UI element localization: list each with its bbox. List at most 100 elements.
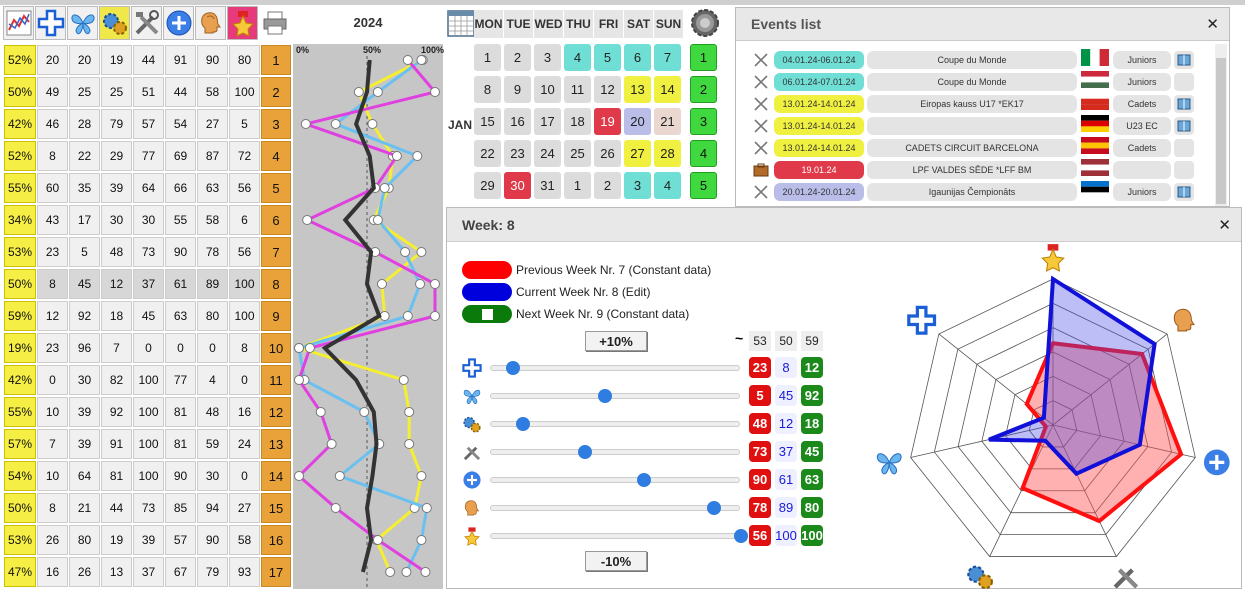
day-value[interactable]: 58 xyxy=(197,205,228,235)
day-value[interactable]: 100 xyxy=(229,301,260,331)
calendar-day[interactable]: 8 xyxy=(474,76,501,103)
slider-knob[interactable] xyxy=(577,445,592,459)
day-value[interactable]: 90 xyxy=(197,525,228,555)
day-value[interactable]: 18 xyxy=(101,301,132,331)
book-icon[interactable] xyxy=(1174,183,1194,201)
calendar-day[interactable]: 25 xyxy=(564,140,591,167)
week-number[interactable]: 3 xyxy=(261,109,291,139)
day-value[interactable]: 30 xyxy=(133,205,164,235)
calendar-day[interactable]: 10 xyxy=(534,76,561,103)
day-value[interactable]: 100 xyxy=(133,397,164,427)
event-row[interactable]: 13.01.24-14.01.24 U23 EC xyxy=(752,115,1229,137)
value-cur[interactable]: 8 xyxy=(775,357,797,378)
day-value[interactable]: 58 xyxy=(197,77,228,107)
slider-knob[interactable] xyxy=(734,529,748,543)
event-row[interactable]: 13.01.24-14.01.24 Eiropas kauss U17 *EK1… xyxy=(752,93,1229,115)
slider-knob[interactable] xyxy=(515,417,530,431)
day-value[interactable]: 44 xyxy=(165,77,196,107)
day-value[interactable]: 80 xyxy=(69,525,100,555)
week-row[interactable]: 53% 23 5 48 73 90 78 56 7 xyxy=(3,236,291,268)
calendar-day[interactable]: 17 xyxy=(534,108,561,135)
day-value[interactable]: 17 xyxy=(69,205,100,235)
week-number[interactable]: 9 xyxy=(261,301,291,331)
day-value[interactable]: 19 xyxy=(101,45,132,75)
day-value[interactable]: 0 xyxy=(229,461,260,491)
day-value[interactable]: 23 xyxy=(37,333,68,363)
calendar-day[interactable]: 28 xyxy=(654,140,681,167)
calendar-week-number[interactable]: 3 xyxy=(690,108,717,135)
day-value[interactable]: 44 xyxy=(101,493,132,523)
week-number[interactable]: 11 xyxy=(261,365,291,395)
event-row[interactable]: 19.01.24 LPF VALDES SĒDE *LFF BM xyxy=(752,159,1229,181)
calendar-day[interactable]: 19 xyxy=(594,108,621,135)
day-value[interactable]: 78 xyxy=(197,237,228,267)
value-cur[interactable]: 45 xyxy=(775,385,797,406)
calendar-day[interactable]: 7 xyxy=(654,44,681,71)
day-value[interactable]: 90 xyxy=(165,461,196,491)
day-value[interactable]: 100 xyxy=(133,429,164,459)
day-value[interactable]: 46 xyxy=(37,109,68,139)
calendar-day[interactable]: 3 xyxy=(624,172,651,199)
day-value[interactable]: 77 xyxy=(133,141,164,171)
day-value[interactable]: 25 xyxy=(69,77,100,107)
value-cur[interactable]: 61 xyxy=(775,469,797,490)
day-value[interactable]: 85 xyxy=(165,493,196,523)
week-number[interactable]: 6 xyxy=(261,205,291,235)
week-number[interactable]: 7 xyxy=(261,237,291,267)
calendar-week-number[interactable]: 5 xyxy=(690,172,717,199)
day-value[interactable]: 19 xyxy=(101,525,132,555)
chart-icon[interactable] xyxy=(3,6,34,40)
calendar-day[interactable]: 11 xyxy=(564,76,591,103)
day-value[interactable]: 0 xyxy=(133,333,164,363)
day-value[interactable]: 26 xyxy=(37,525,68,555)
day-value[interactable]: 64 xyxy=(69,461,100,491)
day-value[interactable]: 16 xyxy=(37,557,68,587)
calendar-day[interactable]: 26 xyxy=(594,140,621,167)
day-value[interactable]: 61 xyxy=(165,269,196,299)
value-cur[interactable]: 100 xyxy=(775,525,797,546)
slider-knob[interactable] xyxy=(706,501,721,515)
day-value[interactable]: 48 xyxy=(101,237,132,267)
day-value[interactable]: 20 xyxy=(37,45,68,75)
day-value[interactable]: 58 xyxy=(229,525,260,555)
day-value[interactable]: 12 xyxy=(101,269,132,299)
week-row[interactable]: 52% 20 20 19 44 91 90 80 1 xyxy=(3,44,291,76)
event-row[interactable]: 20.01.24-20.01.24 Igaunijas Čempionāts J… xyxy=(752,181,1229,203)
calendar-day[interactable]: 5 xyxy=(594,44,621,71)
day-value[interactable]: 29 xyxy=(101,141,132,171)
head-icon[interactable] xyxy=(195,6,226,40)
day-value[interactable]: 20 xyxy=(69,45,100,75)
week-row[interactable]: 53% 26 80 19 39 57 90 58 16 xyxy=(3,524,291,556)
day-value[interactable]: 81 xyxy=(101,461,132,491)
day-value[interactable]: 30 xyxy=(69,365,100,395)
day-value[interactable]: 67 xyxy=(165,557,196,587)
day-value[interactable]: 94 xyxy=(197,493,228,523)
day-value[interactable]: 48 xyxy=(197,397,228,427)
day-value[interactable]: 77 xyxy=(165,365,196,395)
week-number[interactable]: 17 xyxy=(261,557,291,587)
plus-10-button[interactable]: +10% xyxy=(585,331,647,351)
day-value[interactable]: 28 xyxy=(69,109,100,139)
day-value[interactable]: 81 xyxy=(165,429,196,459)
calendar-day[interactable]: 13 xyxy=(624,76,651,103)
gears-icon[interactable] xyxy=(99,6,130,40)
week-number[interactable]: 13 xyxy=(261,429,291,459)
calendar-day[interactable]: 18 xyxy=(564,108,591,135)
day-value[interactable]: 21 xyxy=(69,493,100,523)
day-value[interactable]: 27 xyxy=(197,109,228,139)
week-row[interactable]: 50% 8 45 12 37 61 89 100 8 xyxy=(3,268,291,300)
week-number[interactable]: 5 xyxy=(261,173,291,203)
calendar-day[interactable]: 31 xyxy=(534,172,561,199)
book-icon[interactable] xyxy=(1174,51,1194,69)
calendar-day[interactable]: 4 xyxy=(564,44,591,71)
day-value[interactable]: 80 xyxy=(229,45,260,75)
day-value[interactable]: 54 xyxy=(165,109,196,139)
calendar-day[interactable]: 1 xyxy=(474,44,501,71)
week-number[interactable]: 1 xyxy=(261,45,291,75)
day-value[interactable]: 56 xyxy=(229,237,260,267)
calendar-day[interactable]: 9 xyxy=(504,76,531,103)
book-icon[interactable] xyxy=(1174,117,1194,135)
day-value[interactable]: 8 xyxy=(37,269,68,299)
day-value[interactable]: 39 xyxy=(69,397,100,427)
day-value[interactable]: 25 xyxy=(101,77,132,107)
